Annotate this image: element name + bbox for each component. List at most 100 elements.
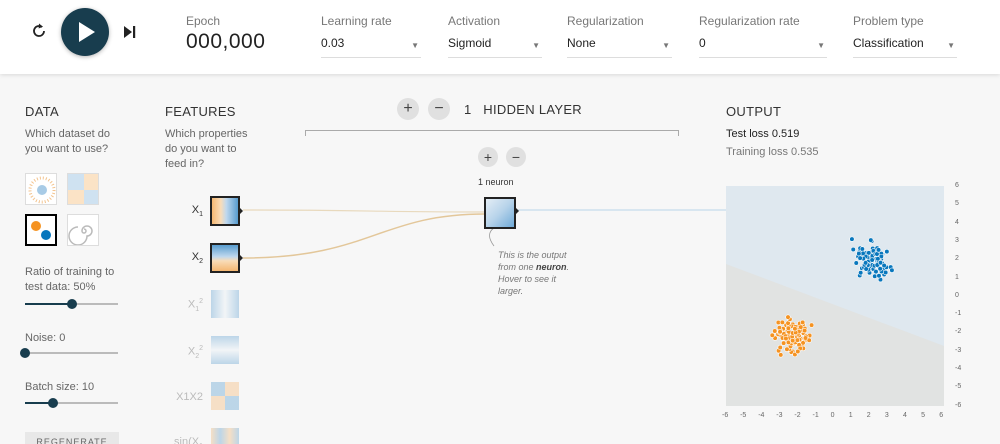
hidden-layer-bracket [305,130,679,136]
test-loss-value: 0.519 [771,128,800,140]
data-point-negative [798,324,804,330]
test-loss-label: Test loss [726,128,769,140]
hidden-layer-count: 1 [464,102,472,117]
feature-x1-sub: 1 [199,211,203,219]
data-point-negative [794,337,801,343]
data-point-positive [856,250,862,257]
feature-x2-text: X [191,251,200,263]
y-tick: -6 [955,401,962,409]
feature-x2-output [239,254,243,262]
y-tick: 5 [955,200,959,208]
output-heatmap[interactable] [726,186,944,406]
data-point-positive [863,266,869,272]
feature-label-x2-squared: X22 [163,345,203,360]
feature-x1-squared[interactable] [211,290,239,318]
data-point-negative [792,326,798,332]
feature-x1x2[interactable] [211,382,239,410]
remove-layer-button[interactable]: − [428,98,450,120]
remove-neuron-button[interactable]: − [506,147,526,167]
data-point-negative [777,329,783,335]
data-point-negative [809,322,815,328]
y-tick: -5 [955,383,962,391]
x-tick: -1 [812,412,819,419]
x-tick: -5 [740,412,747,419]
data-point-positive [849,236,855,242]
data-point-negative [790,338,796,344]
output-plot-svg [726,236,944,406]
data-point-positive [858,270,864,276]
feature-x2-sub: 2 [199,258,203,266]
x-tick: 0 [830,412,835,419]
training-loss-value: 0.535 [791,146,819,158]
neuron-1[interactable] [484,197,516,229]
data-point-positive [868,237,874,243]
feature-label-x1x2: X1X2 [163,391,203,403]
feature-x1x2-text: X1X2 [176,391,203,403]
feature-x2[interactable] [210,243,240,273]
data-point-positive [863,260,869,266]
data-point-positive [875,247,882,253]
add-neuron-button[interactable]: + [478,147,498,167]
feature-label-x2: X2 [163,251,203,265]
feature-x2-squared[interactable] [211,336,239,364]
y-tick: 1 [955,273,959,281]
training-loss: Training loss 0.535 [726,146,819,158]
feature-sin-text: sin(X [174,436,200,444]
data-point-negative [784,346,790,352]
x-tick: 5 [921,412,925,419]
neuron-count-label: 1 neuron [478,177,514,187]
data-point-negative [777,344,783,351]
x-tick: 2 [866,412,871,419]
data-point-negative [781,340,787,346]
data-point-positive [883,269,889,276]
y-tick: 6 [955,182,959,189]
training-loss-label: Training loss [726,146,788,158]
y-tick: -1 [955,310,962,318]
x-tick: -6 [722,412,729,419]
y-tick: 3 [955,236,959,244]
x-tick: 3 [884,412,889,419]
feature-x1sq-sub: 1 [195,305,200,313]
data-point-positive [876,273,882,279]
feature-x1[interactable] [210,196,240,226]
data-point-negative [769,332,775,338]
data-point-positive [857,255,863,261]
connection-x2 [242,213,486,259]
y-tick: 4 [955,218,959,226]
data-point-positive [884,249,890,255]
feature-label-sin-x1: sin(X1 [163,436,203,444]
data-point-positive [850,246,856,253]
data-point-negative [795,348,801,355]
neuron-callout: This is the output from one neuron. Hove… [498,249,578,297]
feature-x1-output [239,207,243,215]
output-title: OUTPUT [726,104,782,119]
feature-label-x1-squared: X12 [163,298,203,313]
decision-region-negative [726,264,944,406]
hidden-layer-title: 1 HIDDEN LAYER [464,102,582,117]
data-point-positive [869,257,875,263]
data-point-positive [872,273,878,279]
data-point-negative [802,335,809,341]
add-layer-button[interactable]: + [397,98,419,120]
callout-arrow [489,227,495,247]
y-tick: -3 [955,346,962,354]
data-point-negative [800,319,806,325]
feature-sin-x1[interactable] [211,428,239,444]
feature-label-x1: X1 [163,204,203,218]
y-tick: 2 [955,255,959,263]
feature-x2sq-sub: 2 [195,352,200,360]
x-tick: 4 [903,412,907,419]
data-point-negative [785,325,791,331]
data-point-positive [889,267,895,273]
data-point-negative [802,328,808,334]
x-tick: -2 [794,412,801,419]
y-tick: -4 [955,365,962,372]
hidden-layer-label: HIDDEN LAYER [483,102,582,117]
y-tick: 0 [955,291,959,299]
x-tick: 1 [848,412,853,419]
feature-x2sq-sup: 2 [199,345,203,352]
connection-x1 [242,209,486,213]
data-point-negative [783,335,789,342]
feature-x1-text: X [191,204,200,216]
data-point-positive [873,269,879,275]
